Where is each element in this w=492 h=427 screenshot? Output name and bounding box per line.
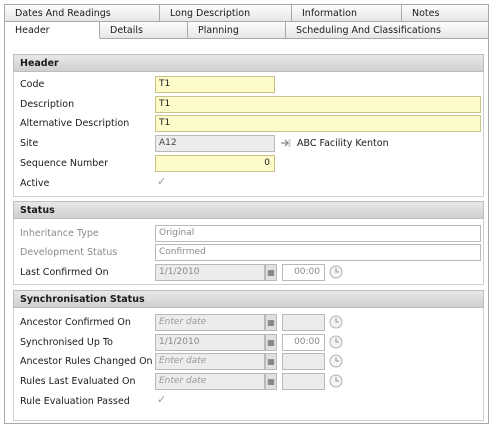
- synchronised-label: Synchronised Up To: [20, 337, 113, 348]
- tab-details[interactable]: Details: [100, 22, 188, 39]
- tab-long-description[interactable]: Long Description: [160, 5, 292, 22]
- tab-row-bottom: Header Details Planning Scheduling And C…: [5, 22, 488, 39]
- synchronised-time-field: 00:00: [282, 334, 325, 351]
- tab-row-top: Dates And Readings Long Description Info…: [5, 5, 488, 22]
- tab-header[interactable]: Header: [5, 22, 100, 39]
- clock-icon: [329, 335, 343, 349]
- tab-information[interactable]: Information: [292, 5, 402, 22]
- sequence-label: Sequence Number: [20, 158, 109, 169]
- tab-dates-and-readings[interactable]: Dates And Readings: [5, 5, 160, 22]
- active-label: Active: [20, 178, 50, 189]
- site-label: Site: [20, 138, 39, 149]
- rule-passed-label: Rule Evaluation Passed: [20, 396, 130, 407]
- sync-section: Ancestor Confirmed On Enter date ▦ Synch…: [13, 308, 484, 421]
- status-section-title: Status: [13, 201, 484, 219]
- checkmark-icon: ✓: [157, 175, 167, 188]
- site-name-text: ABC Facility Kenton: [297, 138, 389, 149]
- lookup-arrow-icon[interactable]: [280, 137, 292, 149]
- calendar-icon: ▦: [265, 373, 277, 390]
- ancestor-rules-time-field: [282, 353, 325, 370]
- tab-scheduling-and-classifications[interactable]: Scheduling And Classifications: [286, 22, 488, 39]
- last-confirmed-label: Last Confirmed On: [20, 267, 109, 278]
- clock-icon: [329, 374, 343, 388]
- alt-description-label: Alternative Description: [20, 118, 130, 129]
- rule-passed-checkbox: ✓: [157, 393, 166, 406]
- calendar-icon: ▦: [265, 353, 277, 370]
- synchronised-date-field: 1/1/2010: [155, 334, 265, 351]
- code-field[interactable]: T1: [155, 76, 275, 93]
- ancestor-rules-label: Ancestor Rules Changed On: [20, 356, 153, 367]
- rules-evaluated-label: Rules Last Evaluated On: [20, 376, 136, 387]
- record-form: Dates And Readings Long Description Info…: [4, 4, 489, 424]
- description-label: Description: [20, 99, 75, 110]
- sequence-field[interactable]: 0: [155, 155, 275, 172]
- ancestor-confirmed-field: Enter date: [155, 314, 265, 331]
- calendar-icon: ▦: [265, 314, 277, 331]
- checkmark-icon: ✓: [157, 393, 167, 406]
- header-section-title: Header: [13, 54, 484, 72]
- ancestor-confirmed-time-field: [282, 314, 325, 331]
- development-status-field: Confirmed: [155, 244, 481, 261]
- sync-section-title: Synchronisation Status: [13, 290, 484, 308]
- alt-description-field[interactable]: T1: [155, 115, 481, 132]
- ancestor-confirmed-label: Ancestor Confirmed On: [20, 317, 131, 328]
- status-section: Inheritance Type Original Development St…: [13, 219, 484, 285]
- description-field[interactable]: T1: [155, 96, 481, 113]
- code-label: Code: [20, 79, 45, 90]
- site-field[interactable]: A12: [155, 135, 275, 152]
- rules-evaluated-time-field: [282, 373, 325, 390]
- inheritance-type-label: Inheritance Type: [20, 228, 99, 239]
- header-section: Code T1 Description T1 Alternative Descr…: [13, 72, 484, 197]
- rules-evaluated-field: Enter date: [155, 373, 265, 390]
- active-checkbox[interactable]: ✓: [157, 175, 166, 188]
- clock-icon: [329, 265, 343, 279]
- last-confirmed-time-field: 00:00: [282, 264, 325, 281]
- tab-notes[interactable]: Notes: [402, 5, 488, 22]
- ancestor-rules-field: Enter date: [155, 353, 265, 370]
- clock-icon: [329, 354, 343, 368]
- tab-planning[interactable]: Planning: [188, 22, 286, 39]
- inheritance-type-field: Original: [155, 225, 481, 242]
- calendar-icon: ▦: [265, 334, 277, 351]
- last-confirmed-date-field: 1/1/2010: [155, 264, 265, 281]
- development-status-label: Development Status: [20, 247, 118, 258]
- calendar-icon: ▦: [265, 264, 277, 281]
- clock-icon: [329, 315, 343, 329]
